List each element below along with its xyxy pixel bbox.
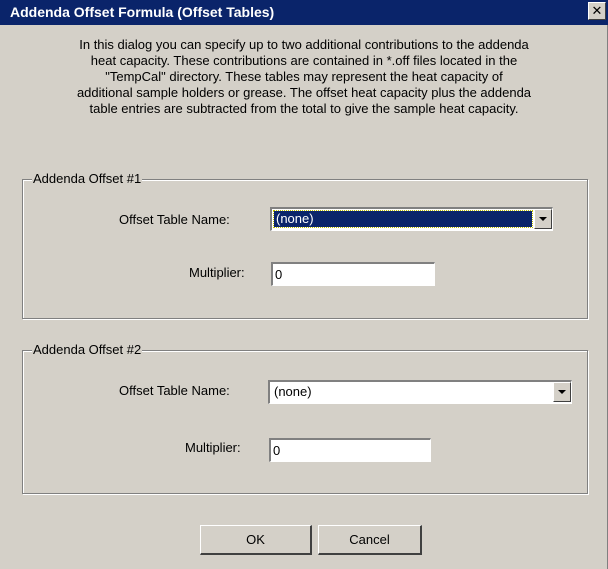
chevron-down-icon[interactable]	[534, 209, 552, 229]
offset-table-name-label: Offset Table Name:	[119, 383, 230, 398]
description-line: heat capacity. These contributions are c…	[90, 53, 518, 68]
multiplier-input[interactable]	[271, 262, 435, 286]
title-bar[interactable]: Addenda Offset Formula (Offset Tables) ✕	[0, 0, 608, 25]
selected-value: (none)	[274, 384, 312, 399]
description-line: additional sample holders or grease. The…	[76, 85, 532, 100]
selected-value: (none)	[273, 210, 533, 228]
multiplier-label: Multiplier:	[189, 265, 245, 280]
description-text: In this dialog you can specify up to two…	[24, 37, 584, 117]
chevron-down-icon[interactable]	[553, 382, 571, 402]
multiplier-input[interactable]	[269, 438, 431, 462]
ok-button[interactable]: OK	[200, 525, 312, 555]
dialog-window: Addenda Offset Formula (Offset Tables) ✕…	[0, 0, 608, 569]
description-line: table entries are subtracted from the to…	[89, 101, 519, 116]
multiplier-label: Multiplier:	[185, 440, 241, 455]
close-button[interactable]: ✕	[588, 2, 606, 20]
offset-table-name-label: Offset Table Name:	[119, 212, 230, 227]
addenda-offset-2-group: Addenda Offset #2 Offset Table Name: (no…	[22, 342, 588, 494]
group-legend: Addenda Offset #1	[32, 171, 143, 186]
cancel-button-label: Cancel	[349, 532, 390, 547]
close-icon: ✕	[591, 3, 603, 18]
offset-table-name-select[interactable]: (none)	[270, 207, 553, 231]
addenda-offset-1-group: Addenda Offset #1 Offset Table Name: (no…	[22, 171, 588, 319]
window-title: Addenda Offset Formula (Offset Tables)	[10, 4, 275, 20]
description-line: In this dialog you can specify up to two…	[79, 37, 529, 52]
group-legend: Addenda Offset #2	[32, 342, 143, 357]
description-line: "TempCal" directory. These tables may re…	[105, 69, 503, 84]
offset-table-name-select[interactable]: (none)	[268, 380, 572, 404]
ok-button-label: OK	[246, 532, 265, 547]
cancel-button[interactable]: Cancel	[318, 525, 422, 555]
